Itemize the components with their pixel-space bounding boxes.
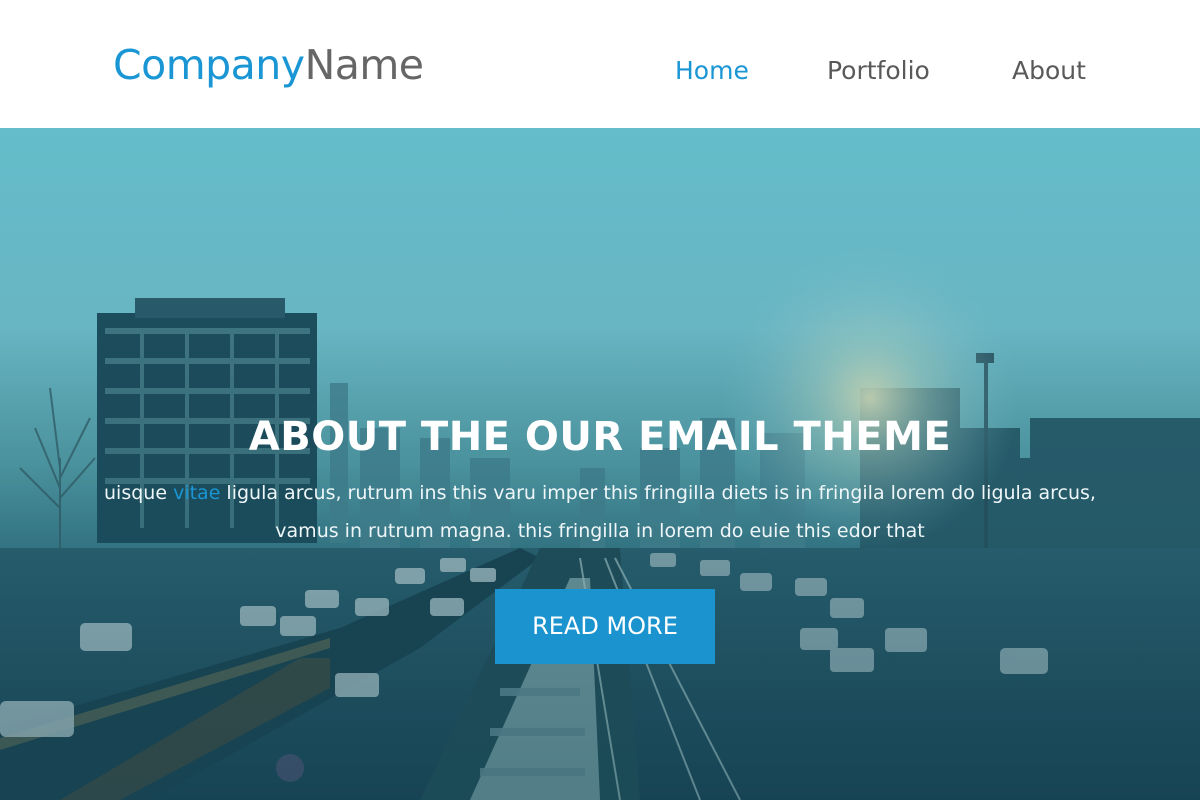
nav-item-portfolio[interactable]: Portfolio: [827, 52, 930, 90]
hero-background-image: [0, 128, 1200, 800]
read-more-button[interactable]: READ MORE: [495, 589, 715, 664]
logo-text-company: Company: [113, 41, 305, 89]
hero-title: ABOUT THE OUR EMAIL THEME: [248, 414, 952, 460]
hero-banner: ABOUT THE OUR EMAIL THEME uisque vitae l…: [0, 128, 1200, 800]
nav-item-about[interactable]: About: [1012, 52, 1086, 90]
hero-text-highlight: vitae: [173, 482, 221, 504]
company-logo[interactable]: CompanyName: [113, 38, 424, 92]
hero-text-rest: ligula arcus, rutrum ins this varu imper…: [220, 482, 1096, 542]
hero-text-start: uisque: [104, 482, 174, 504]
header: CompanyName Home Portfolio About: [0, 0, 1200, 128]
nav-item-home[interactable]: Home: [675, 52, 749, 90]
hero-description: uisque vitae ligula arcus, rutrum ins th…: [95, 474, 1105, 550]
logo-text-name: Name: [304, 41, 424, 89]
